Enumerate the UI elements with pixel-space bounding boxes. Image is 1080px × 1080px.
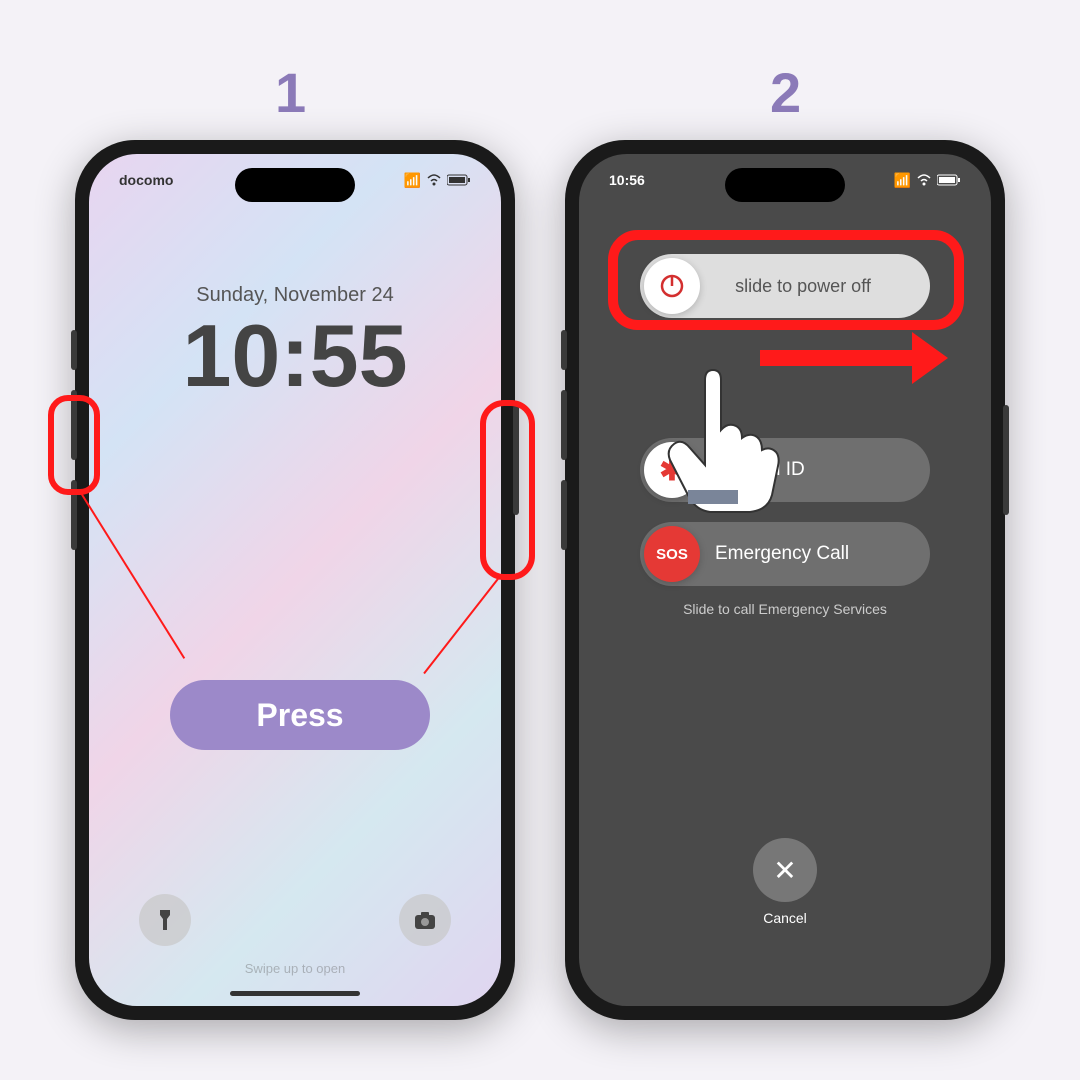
wifi-icon (426, 173, 442, 189)
highlight-power-slider (608, 230, 964, 330)
sos-knob[interactable]: SOS (644, 526, 700, 582)
dynamic-island (235, 168, 355, 202)
home-indicator[interactable] (230, 991, 360, 996)
mute-switch[interactable] (71, 330, 77, 370)
highlight-side-button (480, 400, 535, 580)
step-number-2: 2 (770, 60, 801, 125)
carrier-label: docomo (119, 172, 173, 189)
sos-label: SOS (656, 546, 688, 563)
lock-screen[interactable]: docomo 📶 Sunday, November 24 10:55 Swipe… (89, 154, 501, 1006)
emergency-note: Slide to call Emergency Services (579, 601, 991, 617)
highlight-volume-button (48, 395, 100, 495)
side-button[interactable] (1003, 405, 1009, 515)
hand-pointer-icon (650, 360, 790, 525)
volume-up-button[interactable] (561, 390, 567, 460)
signal-icon: 📶 (894, 172, 911, 189)
flashlight-button[interactable] (139, 894, 191, 946)
dynamic-island (725, 168, 845, 202)
battery-icon (447, 173, 471, 189)
time-label: 10:56 (609, 172, 645, 189)
signal-icon: 📶 (404, 172, 421, 189)
swipe-hint: Swipe up to open (89, 961, 501, 976)
wifi-icon (916, 173, 932, 189)
emergency-slider[interactable]: SOS Emergency Call (640, 522, 930, 586)
volume-down-button[interactable] (561, 480, 567, 550)
close-icon: ✕ (753, 838, 817, 902)
camera-button[interactable] (399, 894, 451, 946)
cancel-label: Cancel (753, 910, 817, 926)
camera-icon (413, 910, 437, 930)
step-number-1: 1 (275, 60, 306, 125)
cancel-button[interactable]: ✕ Cancel (753, 838, 817, 926)
lock-time: 10:55 (89, 312, 501, 400)
phone-lockscreen: docomo 📶 Sunday, November 24 10:55 Swipe… (75, 140, 515, 1020)
press-annotation: Press (170, 680, 430, 750)
battery-icon (937, 173, 961, 189)
mute-switch[interactable] (561, 330, 567, 370)
lock-date: Sunday, November 24 (89, 284, 501, 307)
emergency-label: Emergency Call (700, 543, 926, 565)
flashlight-icon (155, 908, 175, 932)
